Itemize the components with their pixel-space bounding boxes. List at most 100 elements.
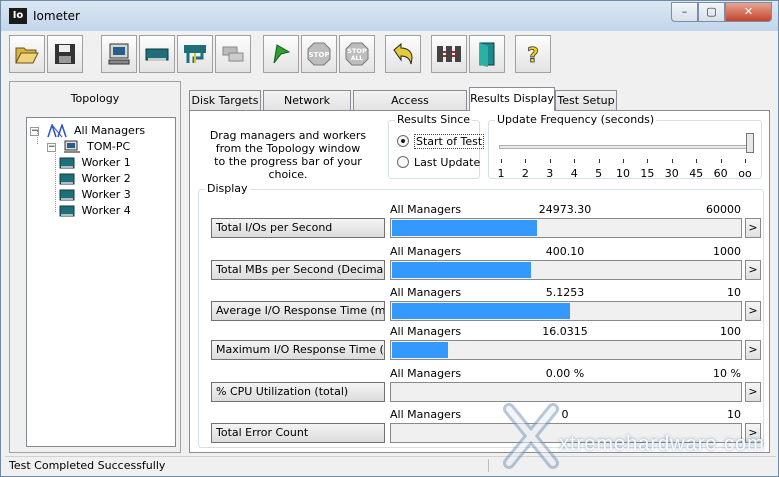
exit-door-icon [479, 42, 495, 67]
slider-tick-label: 4 [570, 167, 578, 180]
exit-button[interactable] [469, 35, 505, 73]
metric-progress-bar[interactable] [390, 260, 742, 280]
stop-all-sign-icon: STOPALL [345, 42, 369, 66]
stop-button[interactable]: STOP [301, 35, 337, 73]
metric-progress-fill [392, 342, 448, 358]
tree-label: TOM-PC [87, 140, 131, 153]
metric-button[interactable]: Total Error Count [211, 423, 385, 443]
server-rack-icon [437, 46, 461, 62]
metric-expand-button[interactable]: > [745, 340, 761, 360]
metric-progress-bar[interactable] [390, 218, 742, 238]
collapse-icon[interactable]: − [47, 142, 56, 152]
tab-access-specifications[interactable]: Access Specifications [353, 90, 467, 126]
metric-expand-button[interactable]: > [745, 382, 761, 402]
slider-tick [720, 159, 722, 163]
close-button[interactable]: ✕ [725, 2, 772, 22]
update-frequency-slider-track[interactable] [499, 145, 749, 149]
radio-label: Last Update [414, 156, 481, 169]
disconnect-manager-button[interactable] [215, 35, 251, 73]
start-new-manager-button[interactable] [431, 35, 467, 73]
tree-node-worker[interactable]: Worker 2 [59, 171, 131, 186]
display-group: Display Total I/Os per Second All Manager… [198, 182, 764, 448]
metric-expand-button[interactable]: > [745, 260, 761, 280]
slider-tick-label: 10 [616, 167, 630, 180]
update-frequency-slider-thumb[interactable] [746, 133, 754, 153]
new-network-worker-button[interactable] [139, 35, 175, 73]
metric-source-label: All Managers [390, 286, 462, 299]
worker-drive-icon [59, 189, 75, 201]
radio-start-of-test[interactable]: Start of Test [397, 134, 485, 149]
instructions-text: Drag managers and workers from the Topol… [198, 129, 378, 181]
tree-node-worker[interactable]: Worker 1 [59, 155, 131, 170]
metric-progress-bar[interactable] [390, 423, 742, 443]
tree-node-all-managers[interactable]: − All Managers [30, 123, 145, 138]
question-mark-icon: ? [527, 43, 539, 67]
slider-tick-label: 1 [497, 167, 505, 180]
start-tests-button[interactable] [263, 35, 299, 73]
slider-tick-label: 5 [595, 167, 603, 180]
metric-progress-bar[interactable] [390, 382, 742, 402]
slider-tick [696, 159, 698, 163]
maximize-button[interactable]: ▢ [698, 2, 725, 22]
reset-workers-button[interactable] [385, 35, 421, 73]
duplicate-worker-button[interactable] [177, 35, 213, 73]
slider-tick-label: 45 [689, 167, 704, 180]
about-label: ? [527, 43, 539, 67]
open-config-button[interactable] [9, 35, 45, 73]
undo-arrow-icon [393, 42, 413, 65]
folder-open-icon [15, 47, 39, 64]
stop-all-button[interactable]: STOP ALL [339, 35, 375, 73]
radio-label: Start of Test [414, 134, 485, 149]
tab-results-display[interactable]: Results Display [469, 87, 555, 111]
slider-tick-label: 30 [664, 167, 679, 180]
slider-tick [623, 159, 624, 163]
tab-test-setup[interactable]: Test Setup [555, 90, 617, 110]
tab-disk-targets[interactable]: Disk Targets [189, 90, 261, 110]
metric-button[interactable]: Maximum I/O Response Time (ms) [211, 340, 385, 360]
metric-source-label: All Managers [390, 325, 462, 338]
metric-expand-button[interactable]: > [745, 301, 761, 321]
instruction-line: Drag managers and workers [209, 129, 367, 142]
metric-button[interactable]: Total MBs per Second (Decimal) [211, 260, 385, 280]
disconnect-icon [222, 46, 244, 62]
new-disk-worker-button[interactable] [101, 35, 137, 73]
metric-progress-bar[interactable] [390, 340, 742, 360]
metric-max: 10 [727, 408, 741, 421]
tree-label: Worker 1 [81, 156, 131, 169]
topology-panel: Topology − All Managers − TOM-PC Worker … [9, 81, 181, 453]
save-config-button[interactable] [47, 35, 83, 73]
metric-max: 1000 [713, 245, 741, 258]
metric-value: 24973.30 [538, 203, 592, 216]
metric-progress-fill [392, 262, 531, 278]
slider-tick-label: 60 [713, 167, 728, 180]
tab-network-targets[interactable]: Network Targets [263, 90, 351, 126]
metric-progress-fill [392, 220, 537, 236]
all-managers-icon [46, 124, 67, 138]
about-button[interactable]: ? [515, 35, 551, 73]
slider-tick-label: oo [738, 167, 752, 180]
radio-last-update[interactable]: Last Update [397, 156, 480, 170]
metric-expand-button[interactable]: > [745, 218, 761, 238]
tree-node-manager[interactable]: − TOM-PC [47, 139, 130, 154]
metric-max: 100 [720, 325, 741, 338]
slider-tick [549, 159, 551, 163]
minimize-button[interactable]: – [671, 2, 698, 22]
topology-tree[interactable]: − All Managers − TOM-PC Worker 1 Worker … [26, 117, 176, 447]
toolbar: STOP STOP ALL ? [9, 35, 772, 77]
network-card-icon [145, 48, 169, 61]
tree-node-worker[interactable]: Worker 4 [59, 203, 131, 218]
worker-drive-icon [59, 157, 75, 169]
metric-button[interactable]: Total I/Os per Second [211, 218, 385, 238]
stop-label: STOP [309, 51, 330, 59]
metric-progress-bar[interactable] [390, 301, 742, 321]
slider-tick [501, 159, 502, 163]
tree-node-worker[interactable]: Worker 3 [59, 187, 131, 202]
metric-expand-button[interactable]: > [745, 423, 761, 443]
metric-button[interactable]: Average I/O Response Time (ms) [211, 301, 385, 321]
window-title: Iometer [33, 9, 80, 23]
tree-label: All Managers [74, 124, 146, 137]
metric-value: 5.1253 [545, 286, 585, 299]
metric-button[interactable]: % CPU Utilization (total) [211, 382, 385, 402]
collapse-icon[interactable]: − [30, 126, 39, 136]
slider-tick [745, 159, 746, 163]
